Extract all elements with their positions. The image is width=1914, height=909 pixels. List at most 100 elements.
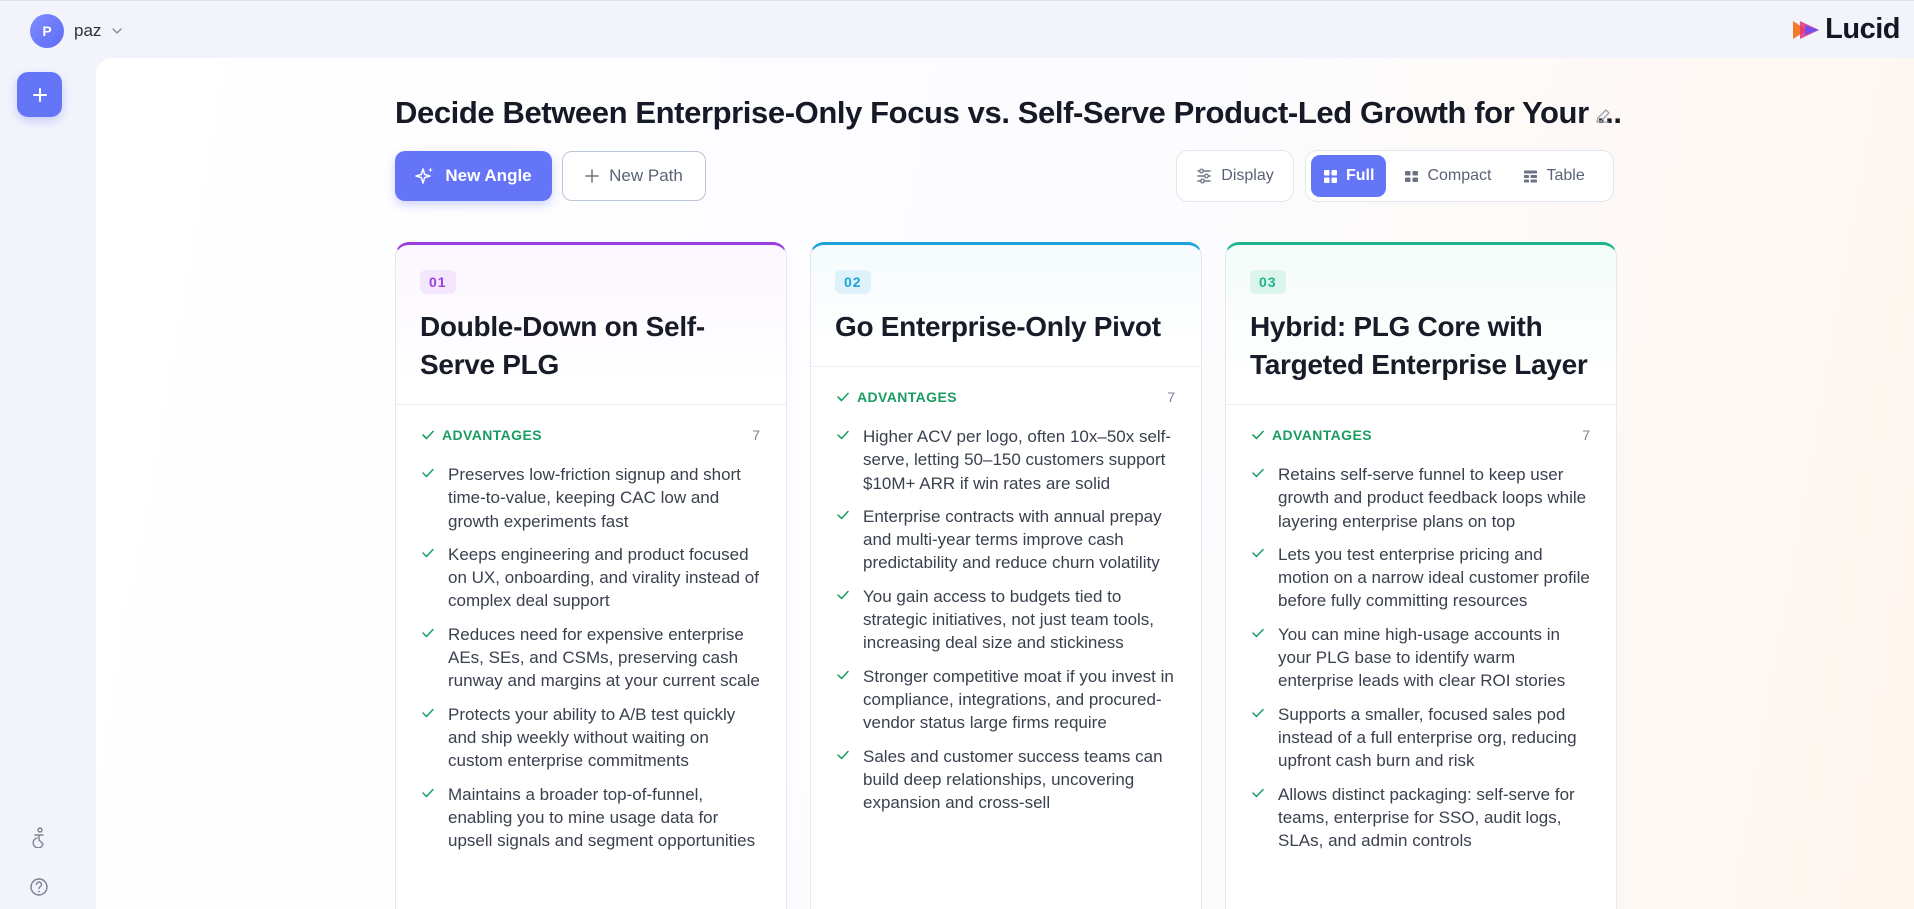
brand-logo: Lucid xyxy=(1791,13,1900,46)
avatar: P xyxy=(30,14,64,48)
list-item: You can mine high-usage accounts in your… xyxy=(1252,623,1592,693)
advantages-count: 7 xyxy=(1167,389,1175,405)
advantages-list: Higher ACV per logo, often 10x–50x self-… xyxy=(811,405,1201,814)
list-item: Preserves low-friction signup and short … xyxy=(422,463,762,533)
display-label: Display xyxy=(1221,167,1274,184)
top-bar: P paz Lucid xyxy=(0,0,1914,58)
option-card[interactable]: 01 Double-Down on Self-Serve PLG ADVANTA… xyxy=(395,242,787,909)
card-header: 03 Hybrid: PLG Core with Targeted Enterp… xyxy=(1226,245,1616,384)
check-icon xyxy=(1252,468,1264,478)
check-icon xyxy=(837,590,849,600)
check-icon xyxy=(837,670,849,679)
check-icon xyxy=(837,392,849,402)
accessibility-icon[interactable] xyxy=(28,826,50,848)
list-item-text: Lets you test enterprise pricing and mot… xyxy=(1278,544,1590,611)
new-path-label: New Path xyxy=(609,166,683,185)
add-button[interactable] xyxy=(17,72,62,117)
advantages-count: 7 xyxy=(1582,427,1590,443)
advantages-label-text: ADVANTAGES xyxy=(442,427,542,443)
user-menu[interactable]: P paz xyxy=(30,14,123,48)
list-item: Higher ACV per logo, often 10x–50x self-… xyxy=(837,425,1177,495)
view-table-label: Table xyxy=(1546,167,1585,184)
list-item: Protects your ability to A/B test quickl… xyxy=(422,703,762,773)
username: paz xyxy=(74,21,102,40)
advantages-header[interactable]: ADVANTAGES 7 xyxy=(1226,405,1616,443)
pencil-icon[interactable] xyxy=(1594,107,1612,125)
card-number-badge: 01 xyxy=(420,270,456,294)
advantages-count: 7 xyxy=(752,427,760,443)
check-icon xyxy=(422,548,434,558)
list-item-text: Sales and customer success teams can bui… xyxy=(863,746,1163,813)
new-angle-button[interactable]: New Angle xyxy=(395,151,552,201)
view-full-button[interactable]: Full xyxy=(1311,155,1387,197)
check-icon xyxy=(1252,548,1264,558)
list-item: You gain access to budgets tied to strat… xyxy=(837,585,1177,655)
advantages-header[interactable]: ADVANTAGES 7 xyxy=(811,367,1201,405)
check-icon xyxy=(1252,788,1264,797)
chevron-down-icon xyxy=(112,28,123,34)
check-icon xyxy=(422,628,434,638)
view-compact-button[interactable]: Compact xyxy=(1390,155,1505,197)
card-title: Hybrid: PLG Core with Targeted Enterpris… xyxy=(1250,311,1588,380)
advantages-list: Preserves low-friction signup and short … xyxy=(396,443,786,852)
option-card[interactable]: 03 Hybrid: PLG Core with Targeted Enterp… xyxy=(1225,242,1617,909)
list-item: Allows distinct packaging: self-serve fo… xyxy=(1252,783,1592,853)
card-number-badge: 03 xyxy=(1250,270,1286,294)
list-item-text: Supports a smaller, focused sales pod in… xyxy=(1278,704,1577,771)
card-title: Go Enterprise-Only Pivot xyxy=(835,311,1161,342)
plus-icon xyxy=(32,87,47,102)
list-item: Enterprise contracts with annual prepay … xyxy=(837,505,1177,575)
list-item-text: Stronger competitive moat if you invest … xyxy=(863,666,1174,733)
list-item-text: Allows distinct packaging: self-serve fo… xyxy=(1278,784,1575,851)
compact-grid-icon xyxy=(1405,170,1419,182)
lucid-logo-icon xyxy=(1793,20,1820,39)
card-header: 01 Double-Down on Self-Serve PLG xyxy=(396,245,786,384)
list-item-text: You can mine high-usage accounts in your… xyxy=(1278,624,1566,691)
list-item: Sales and customer success teams can bui… xyxy=(837,745,1177,815)
list-item-text: Protects your ability to A/B test quickl… xyxy=(448,704,736,771)
check-icon xyxy=(422,430,434,440)
list-item: Supports a smaller, focused sales pod in… xyxy=(1252,703,1592,773)
advantages-label-text: ADVANTAGES xyxy=(857,389,957,405)
check-icon xyxy=(422,708,434,717)
check-icon xyxy=(1252,628,1264,638)
card-number-badge: 02 xyxy=(835,270,871,294)
list-item: Retains self-serve funnel to keep user g… xyxy=(1252,463,1592,533)
advantages-label-text: ADVANTAGES xyxy=(1272,427,1372,443)
advantages-label: ADVANTAGES xyxy=(422,427,542,443)
table-icon xyxy=(1524,170,1538,182)
list-item-text: Higher ACV per logo, often 10x–50x self-… xyxy=(863,427,1172,493)
view-toggle: Full Compact Table xyxy=(1305,150,1614,202)
list-item: Stronger competitive moat if you invest … xyxy=(837,665,1177,735)
grid-icon xyxy=(1324,169,1337,183)
list-item-text: Enterprise contracts with annual prepay … xyxy=(863,506,1162,573)
sparkles-icon xyxy=(415,167,434,184)
check-icon xyxy=(837,430,849,440)
check-icon xyxy=(1252,708,1264,717)
check-icon xyxy=(1252,430,1264,440)
card-header: 02 Go Enterprise-Only Pivot xyxy=(811,245,1201,346)
option-card[interactable]: 02 Go Enterprise-Only Pivot ADVANTAGES 7… xyxy=(810,242,1202,909)
display-button[interactable]: Display xyxy=(1176,150,1294,202)
advantages-header[interactable]: ADVANTAGES 7 xyxy=(396,405,786,443)
list-item: Reduces need for expensive enterprise AE… xyxy=(422,623,762,693)
check-icon xyxy=(837,750,849,759)
list-item-text: Reduces need for expensive enterprise AE… xyxy=(448,624,760,691)
list-item: Keeps engineering and product focused on… xyxy=(422,543,762,613)
list-item-text: You gain access to budgets tied to strat… xyxy=(863,586,1155,653)
check-icon xyxy=(837,510,849,520)
advantages-label: ADVANTAGES xyxy=(1252,427,1372,443)
new-path-button[interactable]: New Path xyxy=(562,151,706,201)
list-item-text: Keeps engineering and product focused on… xyxy=(448,544,759,611)
advantages-label: ADVANTAGES xyxy=(837,389,957,405)
help-icon[interactable] xyxy=(28,876,50,898)
sliders-icon xyxy=(1197,168,1211,184)
main-panel: Decide Between Enterprise-Only Focus vs.… xyxy=(96,58,1914,909)
advantages-list: Retains self-serve funnel to keep user g… xyxy=(1226,443,1616,852)
list-item: Lets you test enterprise pricing and mot… xyxy=(1252,543,1592,613)
check-icon xyxy=(422,788,434,797)
view-compact-label: Compact xyxy=(1427,167,1492,184)
list-item: Maintains a broader top-of-funnel, enabl… xyxy=(422,783,762,853)
left-rail xyxy=(0,58,78,909)
view-table-button[interactable]: Table xyxy=(1509,155,1598,197)
